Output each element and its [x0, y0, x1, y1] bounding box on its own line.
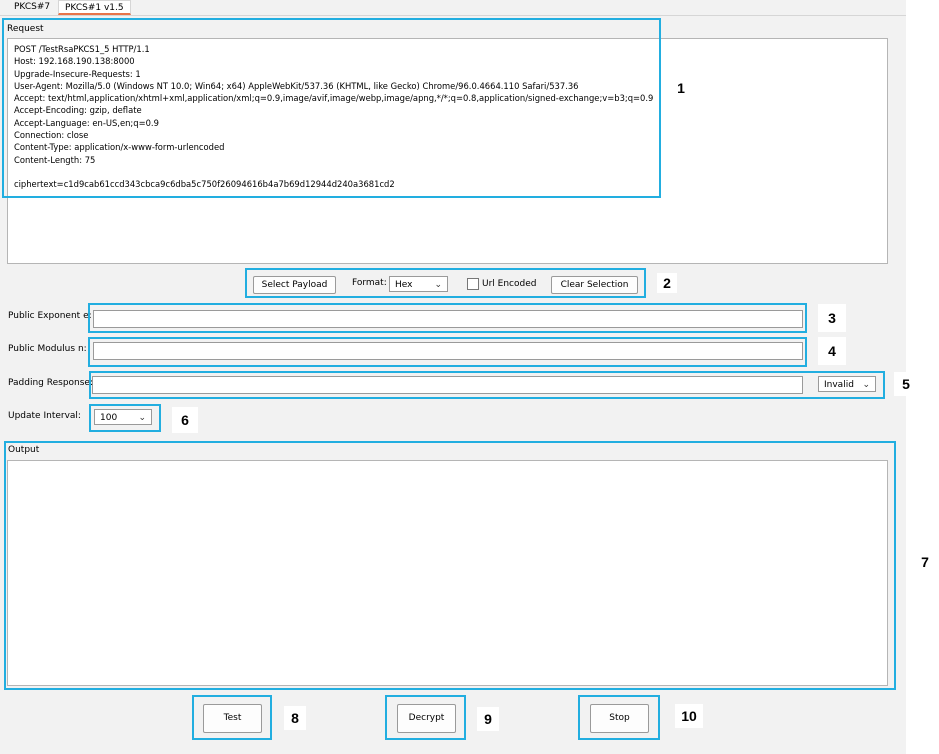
annotation-number-6: 6	[172, 407, 198, 433]
annotation-number-8: 8	[284, 706, 306, 730]
highlight-box-8	[192, 695, 272, 740]
annotation-number-2: 2	[657, 273, 677, 293]
update-interval-label: Update Interval:	[8, 411, 81, 421]
highlight-box-3	[88, 303, 807, 333]
tab-pkcs1-v15[interactable]: PKCS#1 v1.5	[58, 0, 131, 15]
annotation-number-5: 5	[894, 372, 918, 396]
padding-response-label: Padding Response:	[8, 378, 93, 388]
highlight-box-9	[385, 695, 466, 740]
annotation-number-10: 10	[675, 704, 703, 728]
annotation-number-7: 7	[913, 550, 937, 574]
annotation-number-3: 3	[818, 304, 846, 332]
highlight-box-4	[88, 337, 807, 367]
highlight-box-1	[2, 18, 661, 198]
highlight-box-7	[4, 441, 896, 690]
public-exponent-label: Public Exponent e:	[8, 311, 92, 321]
tab-pkcs7[interactable]: PKCS#7	[8, 0, 56, 14]
highlight-box-2	[245, 268, 646, 298]
annotation-number-1: 1	[671, 78, 691, 98]
public-modulus-label: Public Modulus n:	[8, 344, 87, 354]
tab-bar: PKCS#7 PKCS#1 v1.5	[0, 0, 906, 16]
highlight-box-10	[578, 695, 660, 740]
annotation-number-4: 4	[818, 337, 846, 365]
annotation-number-9: 9	[477, 707, 499, 731]
highlight-box-6	[89, 404, 161, 432]
highlight-box-5	[89, 371, 885, 399]
